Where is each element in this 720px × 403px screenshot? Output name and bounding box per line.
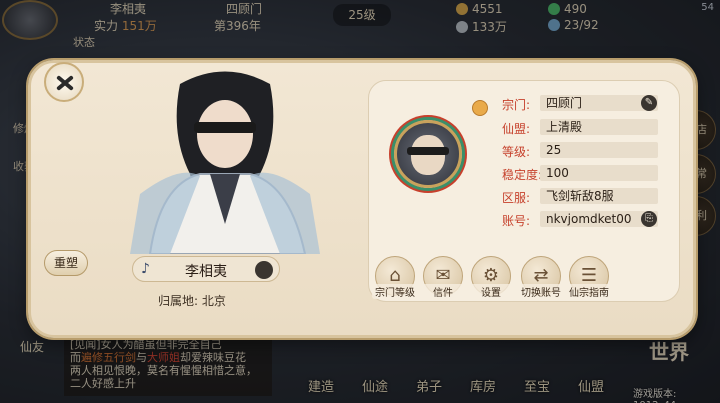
name-plate: ♪ 李相夷 (132, 256, 280, 282)
close-icon[interactable] (44, 62, 84, 102)
character-portrait-art (130, 71, 320, 254)
avatar-face (411, 135, 445, 175)
avatar-blindfold (407, 147, 449, 155)
mail-button[interactable]: ✉ 信件 (420, 256, 466, 299)
sect-info-icon[interactable]: ✎ (641, 95, 657, 111)
badge-icon (472, 100, 488, 116)
field-label-sect: 宗门: (502, 98, 531, 112)
copy-account-icon[interactable]: ⎘ (641, 211, 657, 227)
home-location: 归属地: 北京 (158, 294, 226, 308)
field-value-stability: 100 (540, 165, 658, 181)
field-value-level: 25 (540, 142, 658, 158)
settings-button[interactable]: ⚙ 设置 (468, 256, 514, 299)
field-value-server: 飞剑斩敌8服 (540, 188, 658, 204)
field-label-alliance: 仙盟: (502, 122, 531, 136)
switch-account-button[interactable]: ⇄ 切换账号 (518, 256, 564, 299)
sect-level-button[interactable]: ⌂ 宗门等级 (372, 256, 418, 299)
reshape-button[interactable]: 重塑 (44, 250, 88, 276)
field-value-alliance: 上清殿 (540, 119, 658, 135)
field-label-level: 等级: (502, 145, 531, 159)
sect-guide-button[interactable]: ☰ 仙宗指南 (566, 256, 612, 299)
edit-name-icon[interactable] (255, 261, 273, 279)
field-label-account: 账号: (502, 214, 531, 228)
profile-avatar[interactable] (394, 120, 462, 188)
field-label-stability: 稳定度: (502, 168, 543, 182)
field-label-server: 区服: (502, 191, 531, 205)
